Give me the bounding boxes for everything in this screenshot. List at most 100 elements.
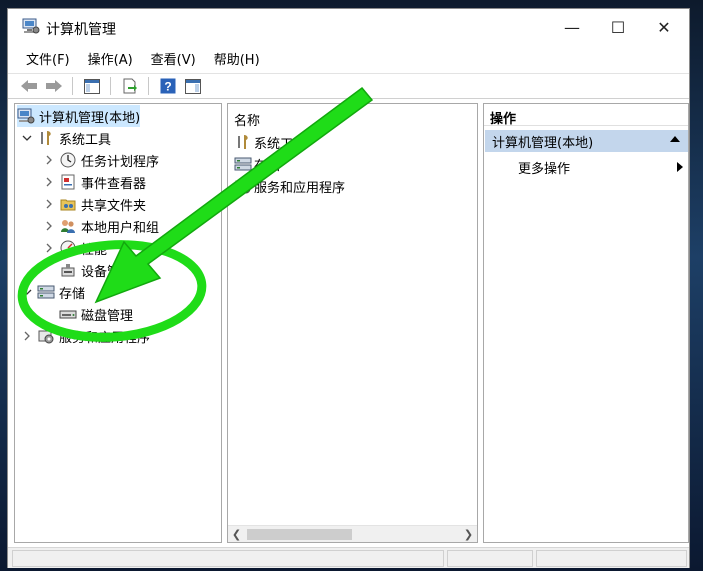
toolbar-separator — [110, 77, 111, 95]
tree-item-label: 计算机管理(本地) — [39, 110, 141, 126]
status-bar — [8, 547, 689, 568]
action-more-actions[interactable]: 更多操作 — [518, 156, 688, 178]
export-list-button[interactable] — [118, 75, 141, 97]
computer-management-icon — [22, 18, 40, 35]
collapse-up-icon[interactable] — [670, 136, 680, 142]
list-item-storage[interactable]: 存储 — [234, 153, 280, 175]
close-icon: ✕ — [657, 17, 671, 37]
minimize-icon: — — [564, 17, 580, 37]
list-item-system-tools[interactable]: 系统工具 — [234, 131, 306, 153]
toolbar-separator — [72, 77, 73, 95]
show-hide-tree-button[interactable] — [80, 75, 103, 97]
users-icon — [59, 218, 77, 234]
computer-management-icon — [17, 108, 35, 124]
tree-item-system-tools[interactable]: 系统工具 — [21, 127, 111, 149]
help-icon: ? — [160, 78, 175, 94]
event-viewer-icon — [59, 174, 77, 190]
menu-file[interactable]: 文件(F) — [17, 46, 79, 71]
tree-item-services-apps[interactable]: 服务和应用程序 — [21, 325, 150, 347]
chevron-right-icon[interactable] — [43, 176, 55, 188]
list-item-services-apps[interactable]: 服务和应用程序 — [234, 175, 345, 197]
chevron-right-icon[interactable] — [21, 330, 33, 342]
tools-icon — [37, 130, 55, 146]
maximize-icon: ☐ — [610, 17, 626, 37]
actions-pane: 操作 计算机管理(本地) 更多操作 — [483, 103, 689, 543]
status-cell — [12, 550, 444, 567]
clock-icon — [59, 152, 77, 168]
horizontal-scrollbar[interactable]: ❮ ❯ — [228, 525, 477, 542]
actions-section-label: 计算机管理(本地) — [492, 135, 594, 151]
tree-item-label: 共享文件夹 — [81, 198, 147, 214]
menu-help[interactable]: 帮助(H) — [205, 46, 269, 71]
tree-item-event-viewer[interactable]: 事件查看器 — [43, 171, 146, 193]
menu-bar: 文件(F) 操作(A) 查看(V) 帮助(H) — [8, 45, 689, 71]
scroll-left-icon[interactable]: ❮ — [228, 526, 245, 542]
help-button[interactable]: ? — [156, 75, 179, 97]
storage-icon — [234, 156, 252, 172]
list-item-label: 系统工具 — [254, 136, 307, 152]
toolbar-separator — [148, 77, 149, 95]
disk-icon — [59, 306, 77, 322]
tree-item-shared-folders[interactable]: 共享文件夹 — [43, 193, 146, 215]
shared-folder-icon — [59, 196, 77, 212]
forward-button[interactable] — [42, 75, 65, 97]
show-action-pane-button[interactable] — [181, 75, 204, 97]
device-manager-icon — [59, 262, 77, 278]
tree-item-device-manager[interactable]: 设备管理器 — [59, 259, 146, 281]
back-button[interactable] — [17, 75, 40, 97]
window-title: 计算机管理 — [46, 22, 116, 38]
services-icon — [37, 328, 55, 344]
column-header-name[interactable]: 名称 — [234, 110, 260, 129]
storage-icon — [37, 284, 55, 300]
tree-item-label: 服务和应用程序 — [59, 330, 151, 346]
status-cell — [447, 550, 533, 567]
minimize-button[interactable]: — — [549, 9, 595, 45]
export-list-icon — [123, 78, 137, 94]
show-action-pane-icon — [184, 78, 201, 94]
services-icon — [234, 178, 252, 194]
navigation-tree: 计算机管理(本地) 系统工具 任务计划程序 事件查看器 共享文件夹 本地用户和组… — [14, 103, 222, 543]
tree-item-label: 系统工具 — [59, 132, 112, 148]
chevron-right-icon[interactable] — [43, 154, 55, 166]
chevron-down-icon[interactable] — [21, 286, 33, 298]
tree-item-label: 任务计划程序 — [81, 154, 160, 170]
scroll-right-icon[interactable]: ❯ — [460, 526, 477, 542]
menu-action[interactable]: 操作(A) — [79, 46, 142, 71]
chevron-right-icon[interactable] — [43, 242, 55, 254]
actions-header: 操作 — [484, 104, 688, 127]
maximize-button[interactable]: ☐ — [595, 9, 641, 45]
performance-icon — [59, 240, 77, 256]
tree-item-label: 事件查看器 — [81, 176, 147, 192]
tree-item-performance[interactable]: 性能 — [43, 237, 107, 259]
scrollbar-thumb[interactable] — [247, 529, 352, 540]
tools-icon — [234, 134, 252, 150]
actions-section-computer-management[interactable]: 计算机管理(本地) — [485, 130, 688, 152]
show-hide-tree-icon — [83, 78, 100, 94]
chevron-right-icon[interactable] — [43, 198, 55, 210]
tree-item-computer-management[interactable]: 计算机管理(本地) — [17, 105, 141, 127]
tree-item-local-users-groups[interactable]: 本地用户和组 — [43, 215, 159, 237]
title-bar[interactable]: 计算机管理 — ☐ ✕ — [8, 9, 689, 45]
tree-item-disk-management[interactable]: 磁盘管理 — [59, 303, 133, 325]
action-item-label: 更多操作 — [518, 161, 571, 177]
chevron-down-icon[interactable] — [21, 132, 33, 144]
content-list: 名称 系统工具 存储 服务和应用程序 ❮ ❯ — [227, 103, 478, 543]
list-item-label: 服务和应用程序 — [254, 180, 346, 196]
tree-item-label: 性能 — [81, 242, 108, 258]
tree-item-storage[interactable]: 存储 — [21, 281, 85, 303]
tree-item-label: 磁盘管理 — [81, 308, 134, 324]
computer-management-window: 计算机管理 — ☐ ✕ 文件(F) 操作(A) 查看(V) 帮助(H) ? 计算… — [7, 8, 690, 568]
tree-item-label: 设备管理器 — [81, 264, 147, 280]
close-button[interactable]: ✕ — [641, 9, 687, 45]
tree-item-label: 本地用户和组 — [81, 220, 160, 236]
chevron-right-icon[interactable] — [43, 220, 55, 232]
menu-view[interactable]: 查看(V) — [142, 46, 205, 71]
svg-text:?: ? — [164, 80, 171, 94]
tree-item-label: 存储 — [59, 286, 86, 302]
list-item-label: 存储 — [254, 158, 281, 174]
tree-item-task-scheduler[interactable]: 任务计划程序 — [43, 149, 159, 171]
forward-icon — [45, 80, 62, 92]
submenu-arrow-icon — [677, 162, 683, 172]
back-icon — [20, 80, 37, 92]
status-cell — [536, 550, 687, 567]
